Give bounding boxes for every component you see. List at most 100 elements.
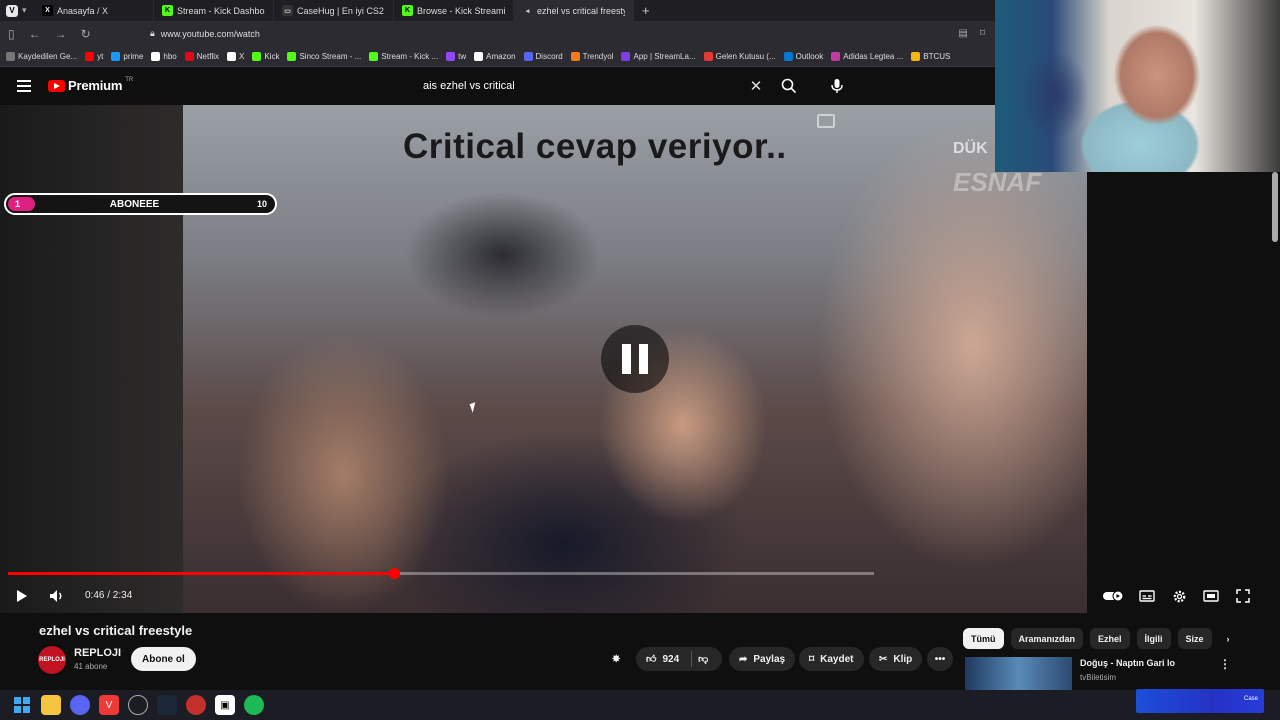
clear-search-icon[interactable]: ✕ <box>744 77 768 95</box>
channel-name[interactable]: REPLOJI <box>74 647 121 659</box>
bookmark-label: Outlook <box>795 51 824 61</box>
bookmark-item[interactable]: Sinco Stream - ... <box>287 51 361 61</box>
subtitles-button[interactable] <box>1138 586 1156 606</box>
vivaldi-icon[interactable]: V <box>99 695 119 715</box>
dislike-button[interactable]: 👎︎ <box>698 653 708 665</box>
subscribe-button[interactable]: Abone ol <box>131 647 196 671</box>
bookmark-favicon-icon <box>6 51 15 61</box>
tab-kick-browse[interactable]: K Browse - Kick Streaming <box>394 0 514 21</box>
settings-button[interactable] <box>1170 586 1188 606</box>
youtube-logo[interactable]: Premium TR <box>48 77 133 93</box>
search-input[interactable]: ais ezhel vs critical <box>410 80 744 92</box>
clip-button[interactable]: ✂ Klip <box>869 647 923 671</box>
bookmark-favicon-icon <box>474 51 484 61</box>
miniplayer-icon[interactable] <box>817 114 835 128</box>
tab-casehug[interactable]: ▭ CaseHug | En iyi CS2 (CS:G <box>274 0 394 21</box>
tab-label: ezhel vs critical freestyle - Y <box>537 5 625 16</box>
scrubber-handle[interactable] <box>388 568 400 579</box>
windows-start-icon[interactable] <box>12 695 32 715</box>
tab-kick-dashboard[interactable]: K Stream - Kick Dashboard <box>154 0 274 21</box>
pause-indicator[interactable] <box>601 325 669 393</box>
steam-icon[interactable] <box>157 695 177 715</box>
subscriber-count: 41 abone <box>74 662 108 671</box>
chip-from-search[interactable]: Aramanızdan <box>1010 628 1084 649</box>
tray-widget[interactable]: Case <box>1136 689 1264 713</box>
bookmark-item[interactable]: Kaydedilen Ge... <box>6 51 77 61</box>
bookmark-label: prime <box>123 51 144 61</box>
fullscreen-button[interactable] <box>1234 586 1252 606</box>
bookmark-item[interactable]: prime <box>111 51 144 61</box>
forward-icon[interactable]: → <box>55 27 67 41</box>
address-bar: ▯ ← → ↻ 🔒︎ www.youtube.com/watch ▤ ⌑ <box>0 21 995 46</box>
spotify-icon[interactable] <box>244 695 264 715</box>
channel-avatar[interactable]: REPLOJI <box>38 646 66 674</box>
reader-icon[interactable]: ▤ <box>958 28 967 39</box>
video-player[interactable]: Critical cevap veriyor.. DÜK ESNAF 1 ABO… <box>0 105 1280 613</box>
bookmark-item[interactable]: App | StreamLa... <box>621 51 696 61</box>
bookmark-item[interactable]: Outlook <box>783 51 824 61</box>
search-button[interactable] <box>768 73 810 99</box>
tab-label: CaseHug | En iyi CS2 (CS:G <box>297 5 385 16</box>
like-button[interactable]: 👍︎ 924 <box>646 653 679 666</box>
bookmark-favicon-icon <box>831 51 841 61</box>
recommendation-title[interactable]: Doğuş - Naptın Gari lo <box>1080 658 1175 668</box>
obs-icon[interactable] <box>128 695 148 715</box>
bookmark-item[interactable]: Discord <box>523 51 563 61</box>
bookmark-favicon-icon <box>252 51 262 61</box>
premium-enhance-button[interactable]: ✸ <box>612 647 620 671</box>
save-button[interactable]: ⌑ Kaydet <box>799 647 864 671</box>
bookmark-favicon-icon <box>287 51 297 61</box>
recommendation-channel[interactable]: tvBiletisim <box>1080 673 1116 682</box>
discord-icon[interactable] <box>70 695 90 715</box>
tab-x[interactable]: X Anasayfa / X <box>34 0 154 21</box>
video-caption: Critical cevap veriyor.. <box>403 127 787 166</box>
play-button[interactable] <box>13 586 31 606</box>
panel-toggle-icon[interactable]: ▯ <box>8 27 15 41</box>
app-red-icon[interactable] <box>186 695 206 715</box>
more-actions-button[interactable]: ••• <box>927 647 953 671</box>
progress-bar[interactable] <box>8 568 874 579</box>
browser-menu[interactable]: V ▾ <box>0 4 34 17</box>
bookmark-item[interactable]: Trendyol <box>570 51 613 61</box>
bookmark-item[interactable]: hbo <box>151 51 177 61</box>
new-tab-button[interactable]: + <box>634 3 658 18</box>
bookmark-icon: ⌑ <box>809 653 815 665</box>
bookmark-item[interactable]: X <box>227 51 244 61</box>
bookmark-item[interactable]: yt <box>85 51 103 61</box>
voice-search-button[interactable] <box>826 75 848 97</box>
related-filter-chips: Tümü Aramanızdan Ezhel İlgili Size › <box>963 628 1238 649</box>
bookmark-icon[interactable]: ⌑ <box>980 28 985 39</box>
share-button[interactable]: ➦ Paylaş <box>729 647 796 671</box>
reload-icon[interactable]: ↻ <box>81 27 91 41</box>
bookmark-item[interactable]: Adidas Legtea ... <box>831 51 903 61</box>
tab-youtube[interactable]: ◂ ezhel vs critical freestyle - Y <box>514 0 634 21</box>
bookmark-item[interactable]: Stream - Kick ... <box>369 51 438 61</box>
bookmark-favicon-icon <box>911 51 921 61</box>
chip-all[interactable]: Tümü <box>963 628 1004 649</box>
bookmark-item[interactable]: BTCUS <box>911 51 950 61</box>
app-white-icon[interactable]: ▣ <box>215 695 235 715</box>
theater-mode-button[interactable] <box>1202 586 1220 606</box>
bookmark-item[interactable]: tw <box>446 51 467 61</box>
volume-button[interactable] <box>47 586 67 606</box>
menu-icon[interactable] <box>17 80 31 92</box>
chip-related[interactable]: İlgili <box>1136 628 1171 649</box>
url-field[interactable]: 🔒︎ www.youtube.com/watch <box>150 28 958 39</box>
back-icon[interactable]: ← <box>29 27 41 41</box>
bookmark-item[interactable]: Kick <box>252 51 279 61</box>
scrollbar-thumb[interactable] <box>1272 172 1278 242</box>
autoplay-toggle[interactable] <box>1103 586 1125 606</box>
file-explorer-icon[interactable] <box>41 695 61 715</box>
chevron-right-icon[interactable]: › <box>1219 628 1238 649</box>
chip-for-you[interactable]: Size <box>1177 628 1212 649</box>
bookmark-item[interactable]: Gelen Kutusu (... <box>703 51 776 61</box>
bookmark-item[interactable]: Netflix <box>184 51 219 61</box>
subscriber-goal-overlay: 1 ABONEEE 10 <box>4 193 277 215</box>
bookmark-label: Gelen Kutusu (... <box>715 51 776 61</box>
more-vertical-icon[interactable]: ⋮ <box>1219 657 1231 671</box>
recommendation-thumbnail[interactable] <box>965 657 1072 690</box>
pause-icon <box>622 344 631 374</box>
chip-ezhel[interactable]: Ezhel <box>1090 628 1130 649</box>
bookmark-label: tw <box>458 51 467 61</box>
bookmark-item[interactable]: Amazon <box>474 51 516 61</box>
